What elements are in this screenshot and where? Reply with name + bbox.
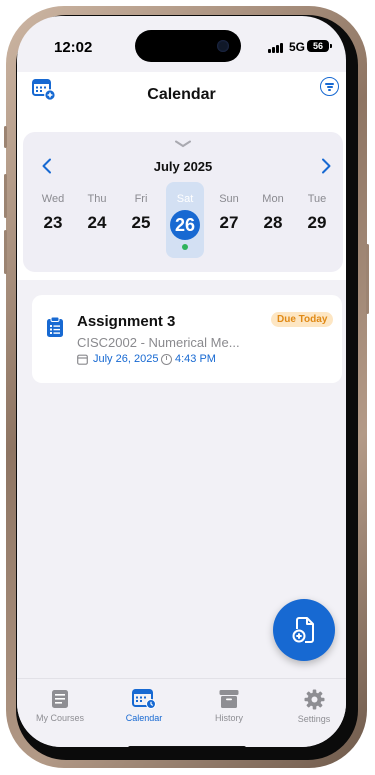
signal-icon	[268, 42, 286, 53]
filter-icon[interactable]	[320, 77, 339, 96]
tab-label: Settings	[297, 714, 331, 724]
tab-label: History	[214, 713, 243, 723]
day-name: Thu	[87, 193, 107, 205]
week-strip: July 2025 Wed 23 Thu 24 Fri 25 Sat 26 Su…	[23, 132, 343, 272]
assignment-title: Assignment 3	[77, 313, 176, 330]
volume-down-button	[4, 230, 7, 274]
gear-icon	[304, 689, 324, 710]
day-number: 29	[307, 213, 327, 232]
day-mon[interactable]: Mon 28	[254, 184, 292, 258]
assignment-card[interactable]: Assignment 3 Due Today CISC2002 - Numeri…	[32, 295, 342, 383]
tab-label: My Courses	[35, 713, 84, 723]
day-name: Tue	[307, 193, 327, 205]
side-button	[366, 244, 369, 314]
add-document-icon	[292, 617, 314, 643]
calendar-small-icon	[77, 354, 88, 365]
page-title: Calendar	[147, 86, 216, 103]
day-name: Mon	[262, 193, 284, 205]
status-time: 12:02	[54, 39, 93, 56]
tab-settings[interactable]: Settings	[279, 689, 346, 724]
battery-icon: 56	[307, 40, 332, 52]
network-type: 5G	[289, 40, 306, 54]
chevron-down-icon[interactable]	[175, 140, 191, 148]
day-sat-selected[interactable]: Sat 26	[166, 182, 204, 258]
action-button	[4, 126, 7, 148]
tab-history[interactable]: History	[194, 689, 264, 723]
add-document-button[interactable]	[273, 599, 335, 661]
day-tue[interactable]: Tue 29	[298, 184, 336, 258]
clock-icon	[161, 354, 172, 365]
home-indicator[interactable]	[128, 746, 246, 747]
day-name: Fri	[134, 193, 148, 205]
header: Calendar	[17, 72, 346, 128]
camera-icon	[217, 40, 229, 52]
due-date: July 26, 2025	[93, 353, 159, 365]
month-label: July 2025	[153, 159, 213, 174]
week-section: July 2025 Wed 23 Thu 24 Fri 25 Sat 26 Su…	[17, 128, 346, 280]
day-number: 28	[263, 213, 283, 232]
day-number: 23	[43, 213, 63, 232]
day-wed[interactable]: Wed 23	[34, 184, 72, 258]
archive-icon	[219, 690, 239, 708]
status-bar: 12:02 5G 56	[17, 16, 346, 72]
screen: 12:02 5G 56 Calendar July 2025 Wed 23 Th…	[17, 16, 346, 747]
courses-icon	[52, 690, 68, 708]
chevron-right-icon[interactable]	[319, 158, 333, 174]
day-name: Sun	[219, 193, 239, 205]
dynamic-island	[135, 30, 241, 62]
day-thu[interactable]: Thu 24	[78, 184, 116, 258]
volume-up-button	[4, 174, 7, 218]
day-sun[interactable]: Sun 27	[210, 184, 248, 258]
tab-bar: My Courses Calendar History Settings	[17, 678, 346, 747]
day-fri[interactable]: Fri 25	[122, 184, 160, 258]
day-name: Wed	[41, 193, 65, 205]
course-name: CISC2002 - Numerical Me...	[77, 335, 240, 350]
battery-level: 56	[312, 41, 323, 51]
event-dot	[182, 244, 188, 250]
due-time: 4:43 PM	[175, 353, 216, 365]
day-number: 26	[170, 210, 200, 240]
due-badge: Due Today	[271, 312, 334, 327]
clipboard-list-icon	[47, 316, 63, 337]
day-name: Sat	[176, 193, 194, 205]
day-number: 27	[219, 213, 239, 232]
day-number: 24	[87, 213, 107, 232]
tab-calendar[interactable]: Calendar	[109, 689, 179, 723]
tab-my-courses[interactable]: My Courses	[25, 689, 95, 723]
calendar-icon	[132, 689, 156, 709]
day-number: 25	[131, 213, 151, 232]
tab-label: Calendar	[125, 713, 163, 723]
